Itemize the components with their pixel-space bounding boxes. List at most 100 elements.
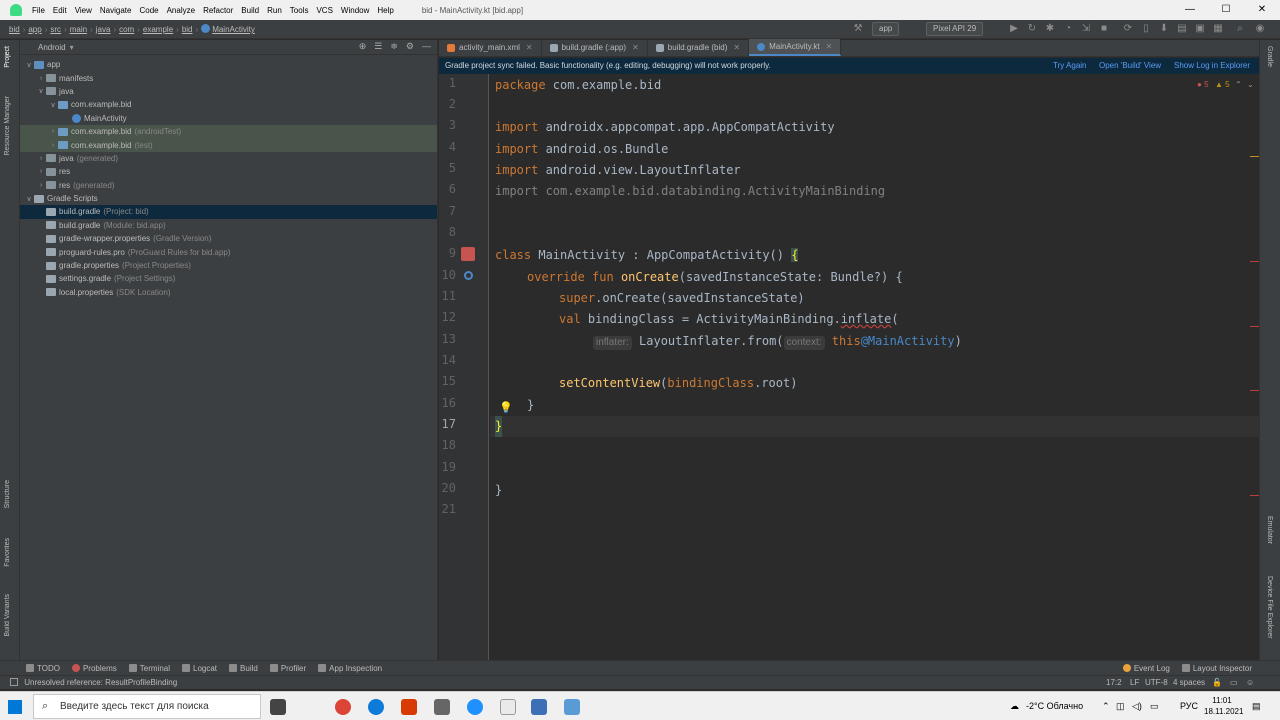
tool-logcat[interactable]: Logcat [176,664,223,673]
chevron-right-icon[interactable]: › [48,142,58,149]
attach-debugger-icon[interactable]: ⇲ [1080,23,1092,35]
gear-icon[interactable]: ⚙ [406,41,414,52]
menu-file[interactable]: File [28,6,49,15]
tab-build-gradle-bid[interactable]: build.gradle (bid) ✕ [648,39,750,56]
tool-build[interactable]: Build [223,664,264,673]
breadcrumb-app[interactable]: app [25,25,44,34]
tool-tab-gradle[interactable]: Gradle [1266,46,1273,67]
breadcrumb-mainactivity[interactable]: MainActivity [198,24,258,34]
tree-item-res[interactable]: › res [20,165,437,178]
taskbar-search-input[interactable]: ⌕ Введите здесь текст для поиска [33,694,261,719]
tab-build-gradle-app[interactable]: build.gradle (:app) ✕ [542,39,648,56]
run-config-select[interactable]: app [872,22,900,36]
sdk-manager-icon[interactable]: ⬇ [1158,23,1170,35]
account-icon[interactable]: ◉ [1254,23,1266,35]
chevron-down-icon[interactable]: ∨ [24,195,34,203]
open-build-view-link[interactable]: Open 'Build' View [1099,58,1161,74]
network-icon[interactable]: ◫ [1116,692,1125,720]
hammer-icon[interactable]: ⚒ [852,23,864,35]
chevron-down-icon[interactable]: ∨ [36,87,46,95]
tree-item-build-gradle-module[interactable]: build.gradle (Module: bid.app) [20,219,437,232]
breadcrumb-bid[interactable]: bid [6,25,23,34]
tree-item-package-androidtest[interactable]: › com.example.bid (androidTest) [20,124,437,139]
chevron-down-icon[interactable]: ∨ [48,101,58,109]
error-marker[interactable] [1250,390,1259,391]
error-marker[interactable] [1250,261,1259,262]
tree-item-manifests[interactable]: › manifests [20,71,437,84]
error-marker[interactable] [1250,326,1259,327]
menu-navigate[interactable]: Navigate [96,6,136,15]
breadcrumb-bid-package[interactable]: bid [179,25,196,34]
debug-icon[interactable]: ✱ [1044,23,1056,35]
indent-setting[interactable]: 4 spaces [1173,676,1205,689]
tool-tab-emulator[interactable]: Emulator [1266,516,1273,544]
chrome-icon[interactable] [335,699,351,715]
tool-profiler[interactable]: Profiler [264,664,312,673]
project-view-select[interactable]: Android [38,43,66,52]
try-again-link[interactable]: Try Again [1053,58,1087,74]
close-icon[interactable]: ✕ [733,43,740,52]
inspector-icon[interactable]: ☺ [1246,676,1254,689]
office-icon[interactable] [401,699,417,715]
weather-text[interactable]: -2°C Облачно [1026,692,1083,720]
apply-changes-icon[interactable]: ↻ [1026,23,1038,35]
stop-icon[interactable]: ■ [1098,23,1110,35]
tree-item-gradle-properties[interactable]: gradle.properties (Project Properties) [20,259,437,272]
tree-item-local-properties[interactable]: local.properties (SDK Location) [20,286,437,299]
tab-activity-main-xml[interactable]: activity_main.xml ✕ [439,39,542,56]
sync-gradle-icon[interactable]: ⟳ [1122,23,1134,35]
profile-icon[interactable]: ◔ [1062,23,1074,35]
android-studio-taskbar-icon[interactable] [531,699,547,715]
menu-vcs[interactable]: VCS [312,6,336,15]
error-marker[interactable] [1250,495,1259,496]
tool-tab-resource-manager[interactable]: Resource Manager [4,96,11,156]
menu-build[interactable]: Build [237,6,263,15]
edge-icon[interactable] [368,699,384,715]
tree-item-gradle-scripts[interactable]: ∨ Gradle Scripts [20,192,437,205]
tree-item-build-gradle-project[interactable]: build.gradle (Project: bid) [20,205,437,219]
tree-item-app[interactable]: ∨ app [20,58,437,71]
android-activity-gutter-icon[interactable] [461,247,475,261]
tree-item-settings-gradle[interactable]: settings.gradle (Project Settings) [20,272,437,285]
tool-tab-device-file-explorer[interactable]: Device File Explorer [1266,576,1273,639]
menu-run[interactable]: Run [263,6,286,15]
tool-problems[interactable]: Problems [66,664,123,673]
menu-edit[interactable]: Edit [49,6,71,15]
warning-count-icon[interactable]: ▲ 5 [1215,80,1230,89]
tree-item-proguard-rules[interactable]: proguard-rules.pro (ProGuard Rules for bi… [20,245,437,258]
tool-tab-structure[interactable]: Structure [4,480,11,508]
chevron-right-icon[interactable]: › [36,182,46,189]
breadcrumb-main[interactable]: main [67,25,90,34]
tree-item-mainactivity[interactable]: MainActivity [20,112,437,125]
chevron-down-icon[interactable]: ▾ [70,43,74,52]
code-editor[interactable]: 1 2 3 4 5 6 7 8 9 10 11 12 13 14 15 16 1… [439,74,1259,660]
status-message[interactable]: Unresolved reference: ResultProfileBindi… [24,678,177,687]
run-icon[interactable]: ▶ [1008,23,1020,35]
tree-item-package[interactable]: ∨ com.example.bid [20,98,437,111]
file-encoding[interactable]: UTF-8 [1145,676,1168,689]
chevron-up-icon[interactable]: ⌃ [1102,692,1110,720]
tool-event-log[interactable]: Event Log [1117,664,1176,673]
chevron-up-icon[interactable]: ⌃ [1235,80,1242,89]
menu-help[interactable]: Help [373,6,397,15]
close-window-button[interactable]: ✕ [1244,0,1280,20]
tree-item-java-generated[interactable]: › java (generated) [20,152,437,165]
layout-inspector-icon[interactable]: ▤ [1176,23,1188,35]
line-separator[interactable]: LF [1130,676,1139,689]
show-log-link[interactable]: Show Log in Explorer [1174,58,1250,74]
menu-tools[interactable]: Tools [286,6,313,15]
close-icon[interactable]: ✕ [632,43,639,52]
battery-icon[interactable]: ▭ [1150,692,1159,720]
chevron-right-icon[interactable]: › [36,168,46,175]
minimize-button[interactable]: — [1172,0,1208,20]
chevron-right-icon[interactable]: › [48,128,58,135]
device-select[interactable]: Pixel API 29 [926,22,984,36]
tree-item-package-test[interactable]: › com.example.bid (test) [20,138,437,152]
menu-refactor[interactable]: Refactor [199,6,237,15]
override-gutter-icon[interactable] [464,271,473,280]
tool-layout-inspector[interactable]: Layout Inspector [1176,664,1258,673]
tool-todo[interactable]: TODO [20,664,66,673]
locate-icon[interactable]: ⊕ [359,41,367,52]
tree-item-gradle-wrapper[interactable]: gradle-wrapper.properties (Gradle Version… [20,232,437,245]
tab-mainactivity-kt[interactable]: MainActivity.kt ✕ [749,39,842,56]
